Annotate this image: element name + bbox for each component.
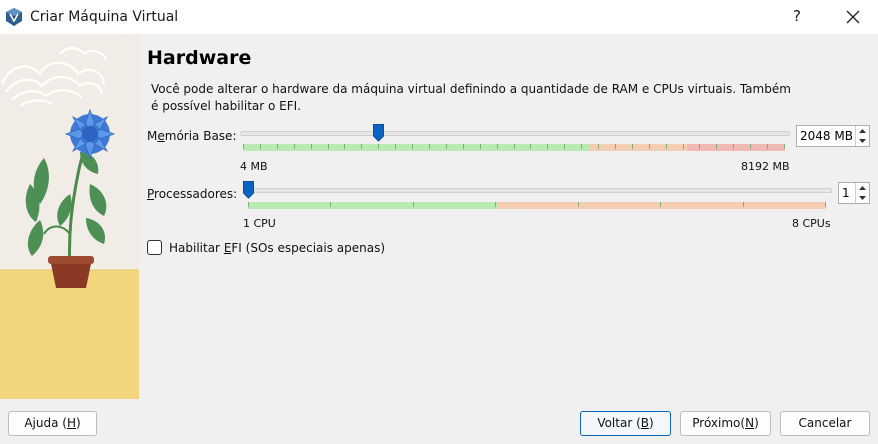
scale-tick	[660, 202, 661, 207]
scale-tick	[716, 144, 717, 149]
scale-tick	[378, 144, 379, 149]
scale-tick	[344, 144, 345, 149]
help-title-button[interactable]: ?	[786, 7, 808, 29]
processors-min-label: 1 CPU	[243, 217, 276, 230]
scale-tick	[413, 202, 414, 207]
processors-ticks	[248, 202, 826, 207]
memory-spinbox[interactable]: 2048 MB	[796, 125, 870, 147]
close-icon[interactable]	[840, 4, 866, 30]
processors-slider-groove[interactable]	[243, 188, 832, 193]
scale-tick	[429, 144, 430, 149]
scale-tick	[581, 144, 582, 149]
scale-tick	[666, 144, 667, 149]
scale-tick	[578, 202, 579, 207]
scale-tick	[495, 202, 496, 207]
scale-tick	[632, 144, 633, 149]
scale-tick	[260, 144, 261, 149]
cancel-button[interactable]: Cancelar	[780, 411, 870, 436]
scale-tick	[294, 144, 295, 149]
scale-tick	[649, 144, 650, 149]
scale-tick	[463, 144, 464, 149]
scale-tick	[699, 144, 700, 149]
help-button[interactable]: Ajuda (H)	[8, 411, 97, 436]
memory-slider-groove[interactable]	[240, 131, 790, 136]
spin-down-icon[interactable]	[856, 136, 869, 146]
scale-tick	[564, 144, 565, 149]
scale-tick	[243, 144, 244, 149]
memory-max-label: 8192 MB	[741, 160, 790, 173]
scale-tick	[412, 144, 413, 149]
page-description: Você pode alterar o hardware da máquina …	[151, 82, 791, 113]
scale-tick	[825, 202, 826, 207]
scale-tick	[277, 144, 278, 149]
processors-spinbox[interactable]: 1	[838, 182, 870, 204]
window-title: Criar Máquina Virtual	[30, 9, 179, 25]
memory-min-label: 4 MB	[240, 160, 268, 173]
memory-value[interactable]: 2048 MB	[800, 129, 853, 143]
back-button[interactable]: Voltar (B)	[580, 411, 671, 436]
scale-tick	[598, 144, 599, 149]
processors-spin-buttons[interactable]	[855, 183, 869, 203]
scale-tick	[480, 144, 481, 149]
wizard-illustration	[0, 34, 139, 399]
memory-spin-buttons[interactable]	[855, 126, 869, 146]
processors-max-label: 8 CPUs	[792, 217, 831, 230]
scale-tick	[311, 144, 312, 149]
scale-tick	[784, 144, 785, 149]
scale-tick	[514, 144, 515, 149]
scale-tick	[733, 144, 734, 149]
scale-tick	[248, 202, 249, 207]
scale-tick	[446, 144, 447, 149]
scale-tick	[328, 144, 329, 149]
spin-up-icon[interactable]	[856, 183, 869, 193]
next-button[interactable]: Próximo(N)	[680, 411, 771, 436]
scale-tick	[743, 202, 744, 207]
memory-ticks	[243, 144, 785, 149]
scale-tick	[330, 202, 331, 207]
scale-tick	[395, 144, 396, 149]
scale-tick	[530, 144, 531, 149]
scale-tick	[361, 144, 362, 149]
virtualbox-icon	[6, 8, 22, 26]
memory-label: Memória Base:	[147, 129, 237, 143]
processors-slider-handle[interactable]	[243, 181, 254, 199]
scale-tick	[767, 144, 768, 149]
efi-checkbox-label[interactable]: Habilitar EFI (SOs especiais apenas)	[169, 241, 385, 255]
scale-tick	[615, 144, 616, 149]
title-bar: Criar Máquina Virtual ?	[0, 0, 878, 34]
scale-tick	[750, 144, 751, 149]
efi-checkbox[interactable]	[147, 240, 162, 255]
spin-down-icon[interactable]	[856, 193, 869, 203]
processors-label: Processadores:	[147, 187, 238, 201]
memory-slider-handle[interactable]	[373, 124, 385, 142]
processors-value[interactable]: 1	[842, 186, 850, 200]
spin-up-icon[interactable]	[856, 126, 869, 136]
scale-tick	[497, 144, 498, 149]
page-title: Hardware	[147, 47, 252, 69]
scale-tick	[547, 144, 548, 149]
scale-tick	[683, 144, 684, 149]
